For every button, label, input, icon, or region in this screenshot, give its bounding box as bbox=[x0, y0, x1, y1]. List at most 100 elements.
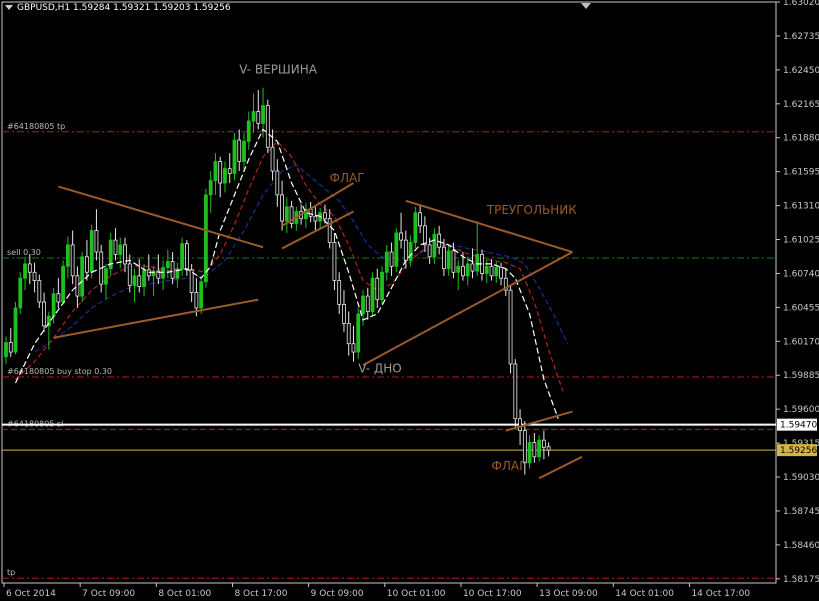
y-tick-label: 1.58745 bbox=[783, 507, 819, 517]
x-tick-label: 10 Oct 17:00 bbox=[463, 589, 522, 599]
candle-body bbox=[470, 263, 475, 272]
candle-body bbox=[218, 161, 223, 184]
candle-body bbox=[442, 246, 446, 270]
candle-body bbox=[275, 170, 280, 196]
candle-body bbox=[484, 265, 489, 274]
x-tick-label: 13 Oct 09:00 bbox=[539, 589, 598, 599]
candle-body bbox=[508, 289, 513, 365]
x-tick-label: 10 Oct 01:00 bbox=[387, 589, 446, 599]
candle-body bbox=[165, 261, 170, 268]
candle-body bbox=[365, 295, 370, 312]
candle-body bbox=[18, 277, 23, 309]
candle-body bbox=[456, 265, 461, 273]
candle-body bbox=[265, 105, 270, 148]
candle-body bbox=[199, 281, 204, 309]
candle-body bbox=[356, 313, 361, 353]
candle-body bbox=[242, 140, 246, 162]
candle-body bbox=[118, 244, 123, 255]
candle-body bbox=[361, 295, 365, 315]
candle-body bbox=[65, 244, 70, 267]
candle-body bbox=[437, 233, 442, 248]
candle-body bbox=[137, 275, 142, 287]
candle-body bbox=[223, 168, 227, 184]
candle-body bbox=[399, 232, 403, 241]
y-tick-label: 1.58175 bbox=[783, 575, 819, 585]
pattern-trend-line bbox=[538, 455, 583, 480]
candle-body bbox=[413, 212, 418, 243]
candle-body bbox=[532, 442, 537, 458]
candle-body bbox=[104, 268, 108, 285]
candle-body bbox=[422, 225, 427, 246]
candle-body bbox=[527, 442, 532, 464]
candle-body bbox=[475, 254, 480, 272]
candle-body bbox=[342, 304, 346, 324]
y-tick-label: 1.58460 bbox=[783, 541, 819, 551]
candle-body bbox=[541, 439, 546, 448]
candle-body bbox=[313, 215, 318, 222]
candle-body bbox=[89, 230, 94, 273]
candle-body bbox=[408, 242, 413, 261]
candle-body bbox=[180, 243, 185, 270]
candle-body bbox=[184, 243, 189, 271]
candle-body bbox=[227, 168, 232, 174]
candle-body bbox=[213, 161, 218, 181]
candle-body bbox=[94, 230, 99, 253]
candle-body bbox=[418, 212, 423, 227]
candle-body bbox=[80, 256, 85, 297]
pattern-trend-line bbox=[281, 182, 354, 227]
candle-body bbox=[394, 232, 399, 267]
y-tick-label: 1.61595 bbox=[783, 168, 819, 178]
order-level-label: tp bbox=[7, 568, 15, 577]
x-tick-label: 9 Oct 09:00 bbox=[311, 589, 364, 599]
pattern-trend-line bbox=[58, 185, 264, 249]
close-price-label: 1.59256 bbox=[780, 446, 817, 456]
x-tick-label: 14 Oct 01:00 bbox=[615, 589, 674, 599]
candle-body bbox=[284, 206, 289, 222]
pattern-trend-line bbox=[53, 298, 259, 339]
pattern-annotation: V- ВЕРШИНА bbox=[239, 62, 318, 76]
candle-body bbox=[389, 251, 394, 267]
candle-body bbox=[23, 263, 27, 279]
candle-body bbox=[546, 446, 551, 451]
x-tick-label: 14 Oct 17:00 bbox=[691, 589, 750, 599]
candle-body bbox=[56, 293, 61, 303]
candle-body bbox=[465, 263, 470, 277]
candle-body bbox=[127, 263, 132, 286]
candle-body bbox=[37, 280, 42, 303]
y-tick-label: 1.59030 bbox=[783, 473, 819, 483]
candle-body bbox=[427, 244, 432, 258]
y-tick-label: 1.60455 bbox=[783, 303, 819, 313]
bid-price-label: 1.59470 bbox=[780, 421, 817, 431]
candle-body bbox=[232, 139, 237, 174]
y-tick-label: 1.62165 bbox=[783, 100, 819, 110]
candle-body bbox=[113, 239, 118, 255]
candle-body bbox=[384, 251, 389, 273]
x-tick-label: 8 Oct 17:00 bbox=[234, 589, 287, 599]
candle-body bbox=[208, 180, 213, 196]
candle-body bbox=[513, 363, 518, 420]
ma-slow-line bbox=[34, 164, 569, 353]
candle-body bbox=[346, 323, 351, 345]
candle-body bbox=[351, 343, 356, 353]
candle-body bbox=[461, 265, 465, 277]
candle-body bbox=[251, 111, 256, 122]
price-chart[interactable]: 1.63020 1.62735 1.62450 1.62165 1.61880 1.615… bbox=[0, 0, 819, 601]
y-tick-label: 1.59600 bbox=[783, 405, 819, 415]
candle-body bbox=[61, 265, 66, 303]
candle-body bbox=[32, 271, 37, 281]
order-level-label: #64180805 buy stop 0.30 bbox=[7, 367, 112, 376]
candle-body bbox=[332, 242, 337, 281]
y-tick-label: 1.61310 bbox=[783, 202, 819, 212]
x-tick-label: 6 Oct 2014 bbox=[6, 589, 56, 599]
candle-body bbox=[70, 244, 75, 277]
y-tick-label: 1.59885 bbox=[783, 371, 819, 381]
candle-body bbox=[323, 212, 327, 220]
pattern-annotation: ФЛАГ bbox=[492, 459, 527, 473]
x-tick-label: 7 Oct 09:00 bbox=[82, 589, 135, 599]
candle-body bbox=[432, 233, 437, 258]
candle-body bbox=[132, 275, 137, 286]
candle-body bbox=[489, 265, 494, 277]
candle-body bbox=[237, 139, 242, 162]
candle-body bbox=[499, 267, 503, 279]
pattern-annotation: ФЛАГ bbox=[330, 171, 365, 185]
